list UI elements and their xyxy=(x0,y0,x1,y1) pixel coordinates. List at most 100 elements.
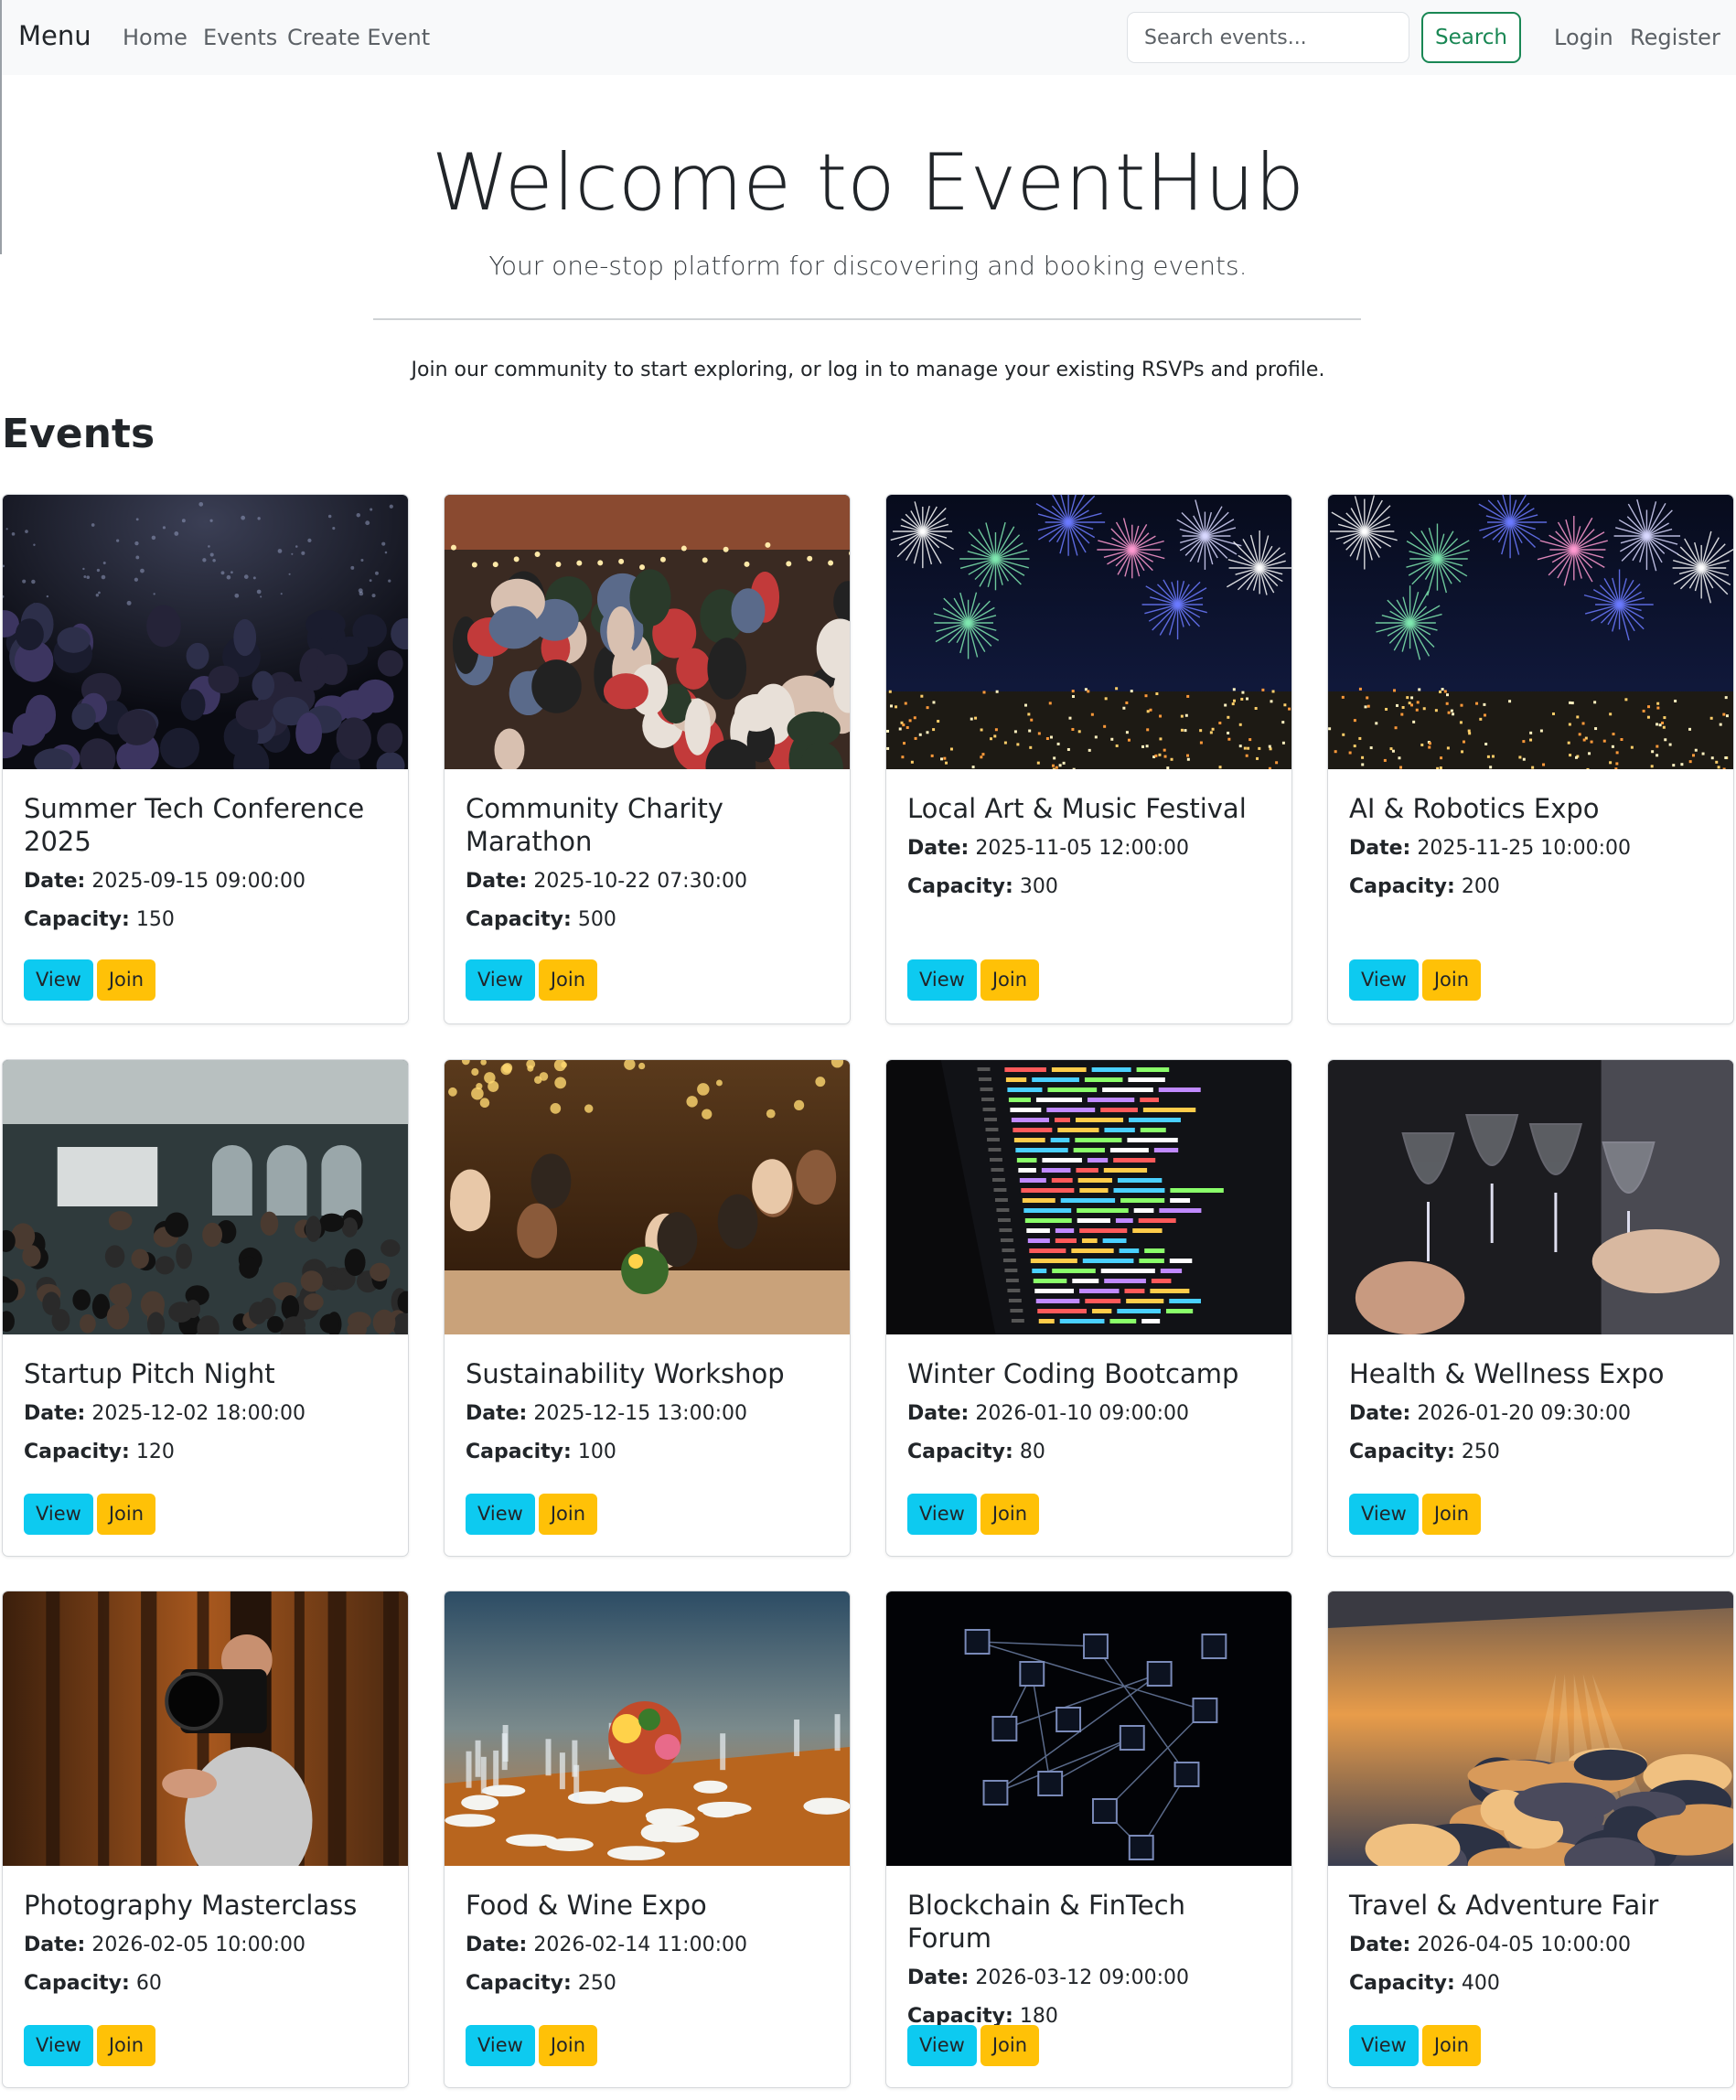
join-button[interactable]: Join xyxy=(980,959,1040,1001)
event-title[interactable]: Food & Wine Expo xyxy=(466,1889,829,1922)
event-image xyxy=(886,1591,1291,1866)
event-date-value: 2026-01-10 09:00:00 xyxy=(975,1402,1189,1425)
event-title[interactable]: Startup Pitch Night xyxy=(24,1357,387,1390)
join-button[interactable]: Join xyxy=(538,2025,598,2066)
event-card: Photography Masterclass Date: 2026-02-05… xyxy=(2,1591,409,2088)
event-title[interactable]: Summer Tech Conference 2025 xyxy=(24,792,387,858)
event-date-value: 2025-09-15 09:00:00 xyxy=(91,870,305,893)
event-title[interactable]: Local Art & Music Festival xyxy=(907,792,1270,825)
event-card: Sustainability Workshop Date: 2025-12-15… xyxy=(444,1059,851,1557)
event-date: Date: 2025-12-15 13:00:00 xyxy=(466,1399,829,1429)
join-button[interactable]: Join xyxy=(1421,1494,1482,1535)
view-button[interactable]: View xyxy=(1349,2025,1419,2066)
events-heading: Events xyxy=(2,411,155,457)
event-title[interactable]: Winter Coding Bootcamp xyxy=(907,1357,1270,1390)
card-body: Summer Tech Conference 2025 Date: 2025-0… xyxy=(3,792,408,935)
nav-link-register[interactable]: Register xyxy=(1630,25,1720,50)
view-button[interactable]: View xyxy=(466,959,535,1001)
card-actions: View Join xyxy=(466,1494,601,1535)
nav-link-login[interactable]: Login xyxy=(1554,25,1613,50)
navbar-brand[interactable]: Menu xyxy=(18,20,91,51)
event-title[interactable]: Sustainability Workshop xyxy=(466,1357,829,1390)
event-date: Date: 2026-02-14 11:00:00 xyxy=(466,1931,829,1960)
join-button[interactable]: Join xyxy=(980,1494,1040,1535)
date-label: Date: xyxy=(466,1402,528,1425)
card-actions: View Join xyxy=(1349,1494,1484,1535)
card-body: Local Art & Music Festival Date: 2025-11… xyxy=(886,792,1291,902)
event-title[interactable]: Blockchain & FinTech Forum xyxy=(907,1889,1270,1955)
join-button[interactable]: Join xyxy=(980,2025,1040,2066)
date-label: Date: xyxy=(24,1934,86,1956)
join-button[interactable]: Join xyxy=(96,959,156,1001)
view-button[interactable]: View xyxy=(1349,1494,1419,1535)
view-button[interactable]: View xyxy=(466,2025,535,2066)
join-button[interactable]: Join xyxy=(96,2025,156,2066)
event-date: Date: 2026-04-05 10:00:00 xyxy=(1349,1931,1712,1960)
join-button[interactable]: Join xyxy=(96,1494,156,1535)
date-label: Date: xyxy=(907,1966,970,1989)
date-label: Date: xyxy=(1349,1402,1411,1425)
event-date: Date: 2026-02-05 10:00:00 xyxy=(24,1931,387,1960)
event-capacity-value: 400 xyxy=(1461,1972,1500,1995)
nav-link-events[interactable]: Events xyxy=(203,25,277,50)
capacity-label: Capacity: xyxy=(1349,1441,1455,1463)
join-button[interactable]: Join xyxy=(1421,2025,1482,2066)
date-label: Date: xyxy=(466,870,528,893)
event-date: Date: 2025-12-02 18:00:00 xyxy=(24,1399,387,1429)
event-capacity: Capacity: 200 xyxy=(1349,873,1712,902)
event-date: Date: 2025-10-22 07:30:00 xyxy=(466,867,829,896)
capacity-label: Capacity: xyxy=(1349,1972,1455,1995)
view-button[interactable]: View xyxy=(1349,959,1419,1001)
hero-divider xyxy=(373,318,1361,320)
event-date: Date: 2026-01-10 09:00:00 xyxy=(907,1399,1270,1429)
join-button[interactable]: Join xyxy=(538,959,598,1001)
capacity-label: Capacity: xyxy=(466,1972,572,1995)
capacity-label: Capacity: xyxy=(907,875,1013,898)
join-button[interactable]: Join xyxy=(1421,959,1482,1001)
event-date: Date: 2026-01-20 09:30:00 xyxy=(1349,1399,1712,1429)
nav-link-create-event[interactable]: Create Event xyxy=(287,25,430,50)
view-button[interactable]: View xyxy=(24,1494,93,1535)
event-title[interactable]: Photography Masterclass xyxy=(24,1889,387,1922)
capacity-label: Capacity: xyxy=(907,1441,1013,1463)
view-button[interactable]: View xyxy=(907,2025,977,2066)
event-title[interactable]: Health & Wellness Expo xyxy=(1349,1357,1712,1390)
view-button[interactable]: View xyxy=(24,2025,93,2066)
event-card: Community Charity Marathon Date: 2025-10… xyxy=(444,494,851,1024)
event-card: Startup Pitch Night Date: 2025-12-02 18:… xyxy=(2,1059,409,1557)
event-card: Summer Tech Conference 2025 Date: 2025-0… xyxy=(2,494,409,1024)
hero-title: Welcome to EventHub xyxy=(431,137,1305,229)
card-actions: View Join xyxy=(466,2025,601,2066)
event-capacity-value: 80 xyxy=(1019,1441,1045,1463)
event-card: Winter Coding Bootcamp Date: 2026-01-10 … xyxy=(885,1059,1292,1557)
event-card: Travel & Adventure Fair Date: 2026-04-05… xyxy=(1327,1591,1734,2088)
event-date: Date: 2025-11-05 12:00:00 xyxy=(907,834,1270,863)
card-actions: View Join xyxy=(24,2025,159,2066)
event-title[interactable]: Travel & Adventure Fair xyxy=(1349,1889,1712,1922)
event-date-value: 2025-11-05 12:00:00 xyxy=(975,837,1189,860)
event-capacity-value: 200 xyxy=(1461,875,1500,898)
search-input[interactable] xyxy=(1127,12,1409,63)
view-button[interactable]: View xyxy=(24,959,93,1001)
event-title[interactable]: Community Charity Marathon xyxy=(466,792,829,858)
search-button[interactable]: Search xyxy=(1421,12,1521,63)
join-button[interactable]: Join xyxy=(538,1494,598,1535)
card-body: Community Charity Marathon Date: 2025-10… xyxy=(445,792,850,935)
card-actions: View Join xyxy=(1349,2025,1484,2066)
capacity-label: Capacity: xyxy=(466,908,572,931)
card-actions: View Join xyxy=(907,1494,1043,1535)
card-body: Travel & Adventure Fair Date: 2026-04-05… xyxy=(1328,1889,1733,1998)
date-label: Date: xyxy=(24,1402,86,1425)
view-button[interactable]: View xyxy=(907,959,977,1001)
event-card: Food & Wine Expo Date: 2026-02-14 11:00:… xyxy=(444,1591,851,2088)
view-button[interactable]: View xyxy=(907,1494,977,1535)
event-capacity: Capacity: 60 xyxy=(24,1969,387,1998)
date-label: Date: xyxy=(907,1402,970,1425)
event-date-value: 2025-12-15 13:00:00 xyxy=(533,1402,747,1425)
view-button[interactable]: View xyxy=(466,1494,535,1535)
event-image xyxy=(886,1060,1291,1334)
capacity-label: Capacity: xyxy=(466,1441,572,1463)
date-label: Date: xyxy=(466,1934,528,1956)
nav-link-home[interactable]: Home xyxy=(123,25,188,50)
event-title[interactable]: AI & Robotics Expo xyxy=(1349,792,1712,825)
